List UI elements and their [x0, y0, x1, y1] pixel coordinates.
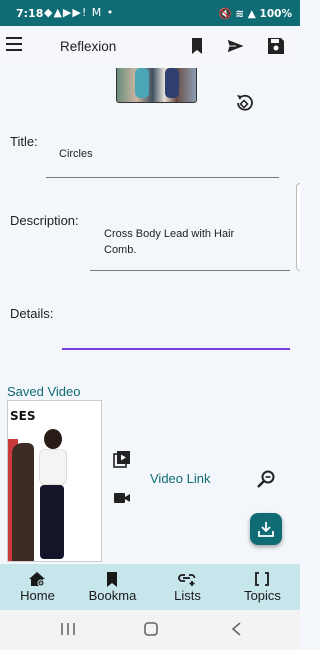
nav-bookmarks[interactable]: Bookma: [75, 564, 150, 610]
battery-level: 100%: [259, 8, 292, 20]
home-button-icon[interactable]: [144, 622, 158, 636]
nav-lists-label: Lists: [174, 588, 201, 603]
video-thumbnail[interactable]: SES: [7, 400, 102, 562]
title-label: Title:: [10, 134, 38, 149]
details-underline: [62, 348, 290, 350]
system-navigation: [0, 610, 300, 650]
status-right: 🔇 ≋ ▲ 100%: [219, 7, 292, 20]
description-label: Description:: [10, 213, 79, 228]
rotate-icon[interactable]: [234, 92, 256, 114]
save-icon[interactable]: [266, 36, 286, 56]
back-icon[interactable]: [230, 622, 242, 636]
video-library-icon[interactable]: [113, 450, 131, 468]
download-button[interactable]: [250, 513, 282, 545]
scrollbar[interactable]: [296, 183, 300, 271]
video-link[interactable]: Video Link: [150, 471, 210, 486]
description-field[interactable]: Cross Body Lead with Hair Comb.: [104, 226, 269, 258]
nav-lists[interactable]: Lists: [150, 564, 225, 610]
status-bar: 7:18 ◆▲▶▶! M • 🔇 ≋ ▲ 100%: [0, 0, 300, 26]
nav-home-label: Home: [20, 588, 55, 603]
status-indicator-icons: 🔇 ≋ ▲: [218, 8, 256, 20]
description-underline: [90, 270, 290, 271]
nav-home[interactable]: Home: [0, 564, 75, 610]
app-title: Reflexion: [60, 39, 117, 54]
menu-icon[interactable]: [6, 37, 22, 51]
nav-topics-label: Topics: [244, 588, 281, 603]
reflexion-image[interactable]: [116, 68, 197, 103]
title-field[interactable]: Circles: [59, 146, 93, 162]
zoom-out-icon[interactable]: [256, 469, 276, 489]
video-thumbnail-text: SES: [10, 409, 36, 423]
link-add-icon: [178, 574, 196, 586]
download-icon: [258, 522, 274, 537]
nav-topics[interactable]: Topics: [225, 564, 300, 610]
nav-bookmarks-label: Bookma: [88, 588, 137, 603]
send-icon[interactable]: [226, 36, 246, 56]
recent-apps-icon[interactable]: [60, 622, 76, 636]
notification-icons: ◆▲▶▶! M •: [44, 6, 115, 19]
title-underline: [46, 177, 279, 178]
home-icon: [29, 572, 45, 587]
saved-video-heading: Saved Video: [7, 384, 81, 399]
bottom-navigation: Home Bookma Lists Topics: [0, 564, 300, 610]
videocam-icon[interactable]: [113, 489, 131, 507]
brackets-icon: [255, 572, 269, 586]
details-label: Details:: [10, 306, 54, 321]
status-time: 7:18: [16, 7, 44, 20]
bookmark-icon[interactable]: [187, 36, 207, 56]
bookmark-icon: [107, 572, 117, 587]
app-bar: Reflexion: [0, 26, 300, 68]
